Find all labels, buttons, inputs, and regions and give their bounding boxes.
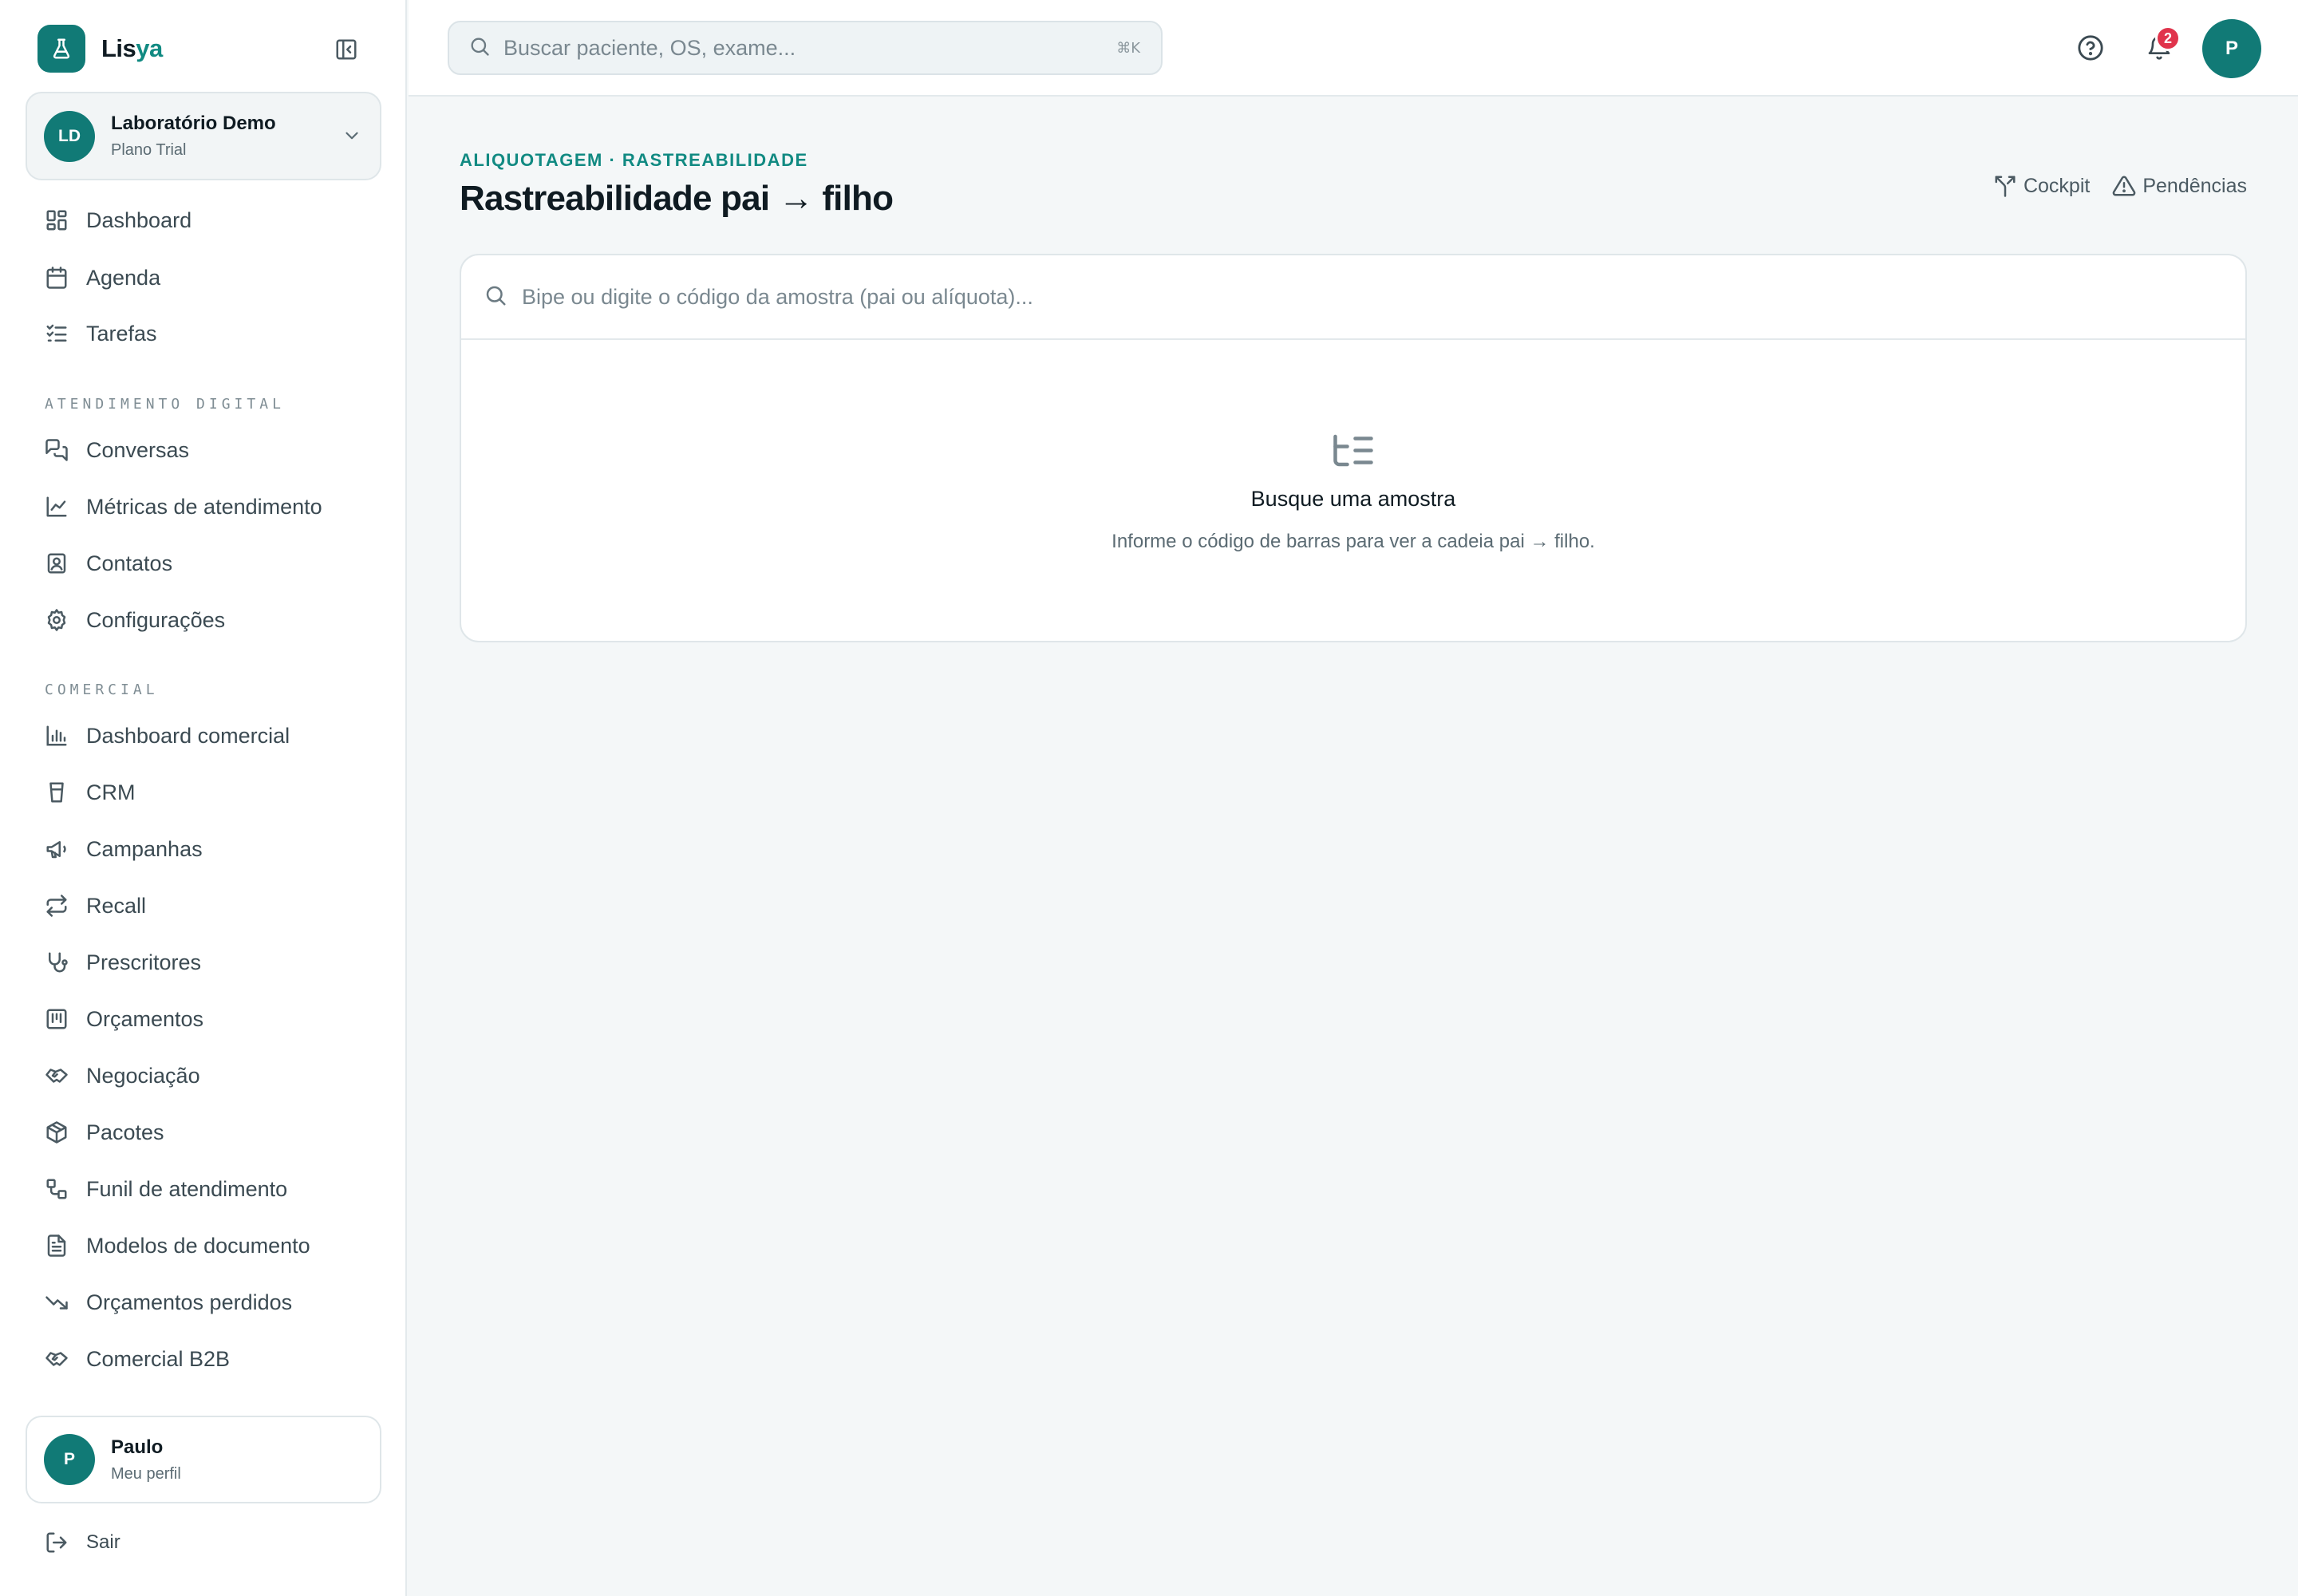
nav-item-tarefas[interactable]: Tarefas xyxy=(43,318,378,350)
document-icon xyxy=(43,1232,70,1259)
workflow-icon xyxy=(43,1175,70,1203)
collapse-sidebar-button[interactable] xyxy=(330,35,362,64)
sample-search-placeholder: Bipe ou digite o código da amostra (pai … xyxy=(522,284,1033,309)
breadcrumb: ALIQUOTAGEM · RASTREABILIDADE xyxy=(460,150,808,170)
nav-item-prescritores[interactable]: Prescritores xyxy=(43,946,378,978)
logout-button[interactable]: Sair xyxy=(43,1527,120,1558)
search-icon xyxy=(484,283,507,311)
empty-state-title: Busque uma amostra xyxy=(1250,487,1456,511)
nav-item-modelos-documento[interactable]: Modelos de documento xyxy=(43,1230,378,1262)
sample-search-input[interactable]: Bipe ou digite o código da amostra (pai … xyxy=(461,255,2245,340)
pendencias-link[interactable]: Pendências xyxy=(2112,174,2247,198)
trending-down-icon xyxy=(43,1289,70,1316)
stethoscope-icon xyxy=(43,949,70,976)
nav-item-dashboard[interactable]: Dashboard xyxy=(43,204,378,236)
section-label-atendimento-digital: ATENDIMENTO DIGITAL xyxy=(45,396,285,413)
page-title: Rastreabilidade pai → filho xyxy=(460,179,894,218)
nav-item-recall[interactable]: Recall xyxy=(43,890,378,922)
help-icon xyxy=(2078,35,2103,61)
org-plan: Plano Trial xyxy=(111,141,187,159)
empty-state-subtitle: Informe o código de barras para ver a ca… xyxy=(1111,531,1595,552)
empty-state: Busque uma amostra Informe o código de b… xyxy=(461,433,2245,553)
repeat-icon xyxy=(43,892,70,919)
nav-item-agenda[interactable]: Agenda xyxy=(43,262,378,294)
nav-item-campanhas[interactable]: Campanhas xyxy=(43,833,378,865)
header-links: Cockpit Pendências xyxy=(1993,174,2247,198)
chevron-down-icon xyxy=(342,125,362,150)
megaphone-icon xyxy=(43,836,70,863)
flask-icon xyxy=(38,25,85,73)
brand-name: Lisya xyxy=(101,34,163,62)
notification-count-badge: 2 xyxy=(2155,26,2181,51)
alert-triangle-icon xyxy=(2112,174,2136,198)
search-icon xyxy=(468,35,491,61)
nav-item-pacotes[interactable]: Pacotes xyxy=(43,1116,378,1148)
nav-item-configuracoes[interactable]: Configurações xyxy=(43,604,378,636)
nav-item-orcamentos[interactable]: Orçamentos xyxy=(43,1003,378,1035)
org-name: Laboratório Demo xyxy=(111,113,276,134)
sidebar: Lisya LD Laboratório Demo Plano Trial Da… xyxy=(0,0,407,1596)
section-label-comercial: COMERCIAL xyxy=(45,681,159,698)
user-subtitle: Meu perfil xyxy=(111,1464,181,1483)
cockpit-link[interactable]: Cockpit xyxy=(1993,174,2090,198)
handshake-icon xyxy=(43,1062,70,1089)
nav-item-crm[interactable]: CRM xyxy=(43,776,378,808)
user-avatar: P xyxy=(44,1434,95,1485)
nav-item-funil[interactable]: Funil de atendimento xyxy=(43,1173,378,1205)
traceability-card: Bipe ou digite o código da amostra (pai … xyxy=(460,254,2247,642)
receipt-icon xyxy=(43,1005,70,1033)
nav-item-orcamentos-perdidos[interactable]: Orçamentos perdidos xyxy=(43,1286,378,1318)
account-avatar-button[interactable]: P xyxy=(2202,19,2261,78)
nav-item-conversas[interactable]: Conversas xyxy=(43,434,378,466)
org-avatar: LD xyxy=(44,110,95,162)
bar-chart-icon xyxy=(43,722,70,749)
calendar-icon xyxy=(43,264,70,291)
help-button[interactable] xyxy=(2073,30,2108,65)
nav-item-metricas[interactable]: Métricas de atendimento xyxy=(43,491,378,523)
user-profile-card[interactable]: P Paulo Meu perfil xyxy=(26,1416,381,1503)
nav-item-contatos[interactable]: Contatos xyxy=(43,547,378,579)
package-icon xyxy=(43,1119,70,1146)
handshake-icon xyxy=(43,1345,70,1373)
sidebar-collapse-icon xyxy=(336,39,357,60)
nav-item-dashboard-comercial[interactable]: Dashboard comercial xyxy=(43,720,378,752)
topbar: Buscar paciente, OS, exame... ⌘K 2 P xyxy=(409,0,2298,97)
global-search-input[interactable]: Buscar paciente, OS, exame... ⌘K xyxy=(448,21,1163,75)
nav-item-comercial-b2b[interactable]: Comercial B2B xyxy=(43,1343,378,1375)
tasks-icon xyxy=(43,320,70,347)
brand[interactable]: Lisya xyxy=(38,25,163,73)
split-icon xyxy=(1993,174,2017,198)
org-switcher[interactable]: LD Laboratório Demo Plano Trial xyxy=(26,92,381,180)
nav-item-negociacao[interactable]: Negociação xyxy=(43,1060,378,1092)
list-tree-icon xyxy=(1329,433,1377,472)
contact-icon xyxy=(43,550,70,577)
search-shortcut: ⌘K xyxy=(1116,39,1140,57)
search-placeholder: Buscar paciente, OS, exame... xyxy=(503,35,796,60)
dashboard-icon xyxy=(43,207,70,234)
chat-icon xyxy=(43,437,70,464)
cup-icon xyxy=(43,779,70,806)
logout-icon xyxy=(43,1529,70,1556)
line-chart-icon xyxy=(43,493,70,520)
user-name: Paulo xyxy=(111,1436,164,1458)
gear-icon xyxy=(43,606,70,634)
